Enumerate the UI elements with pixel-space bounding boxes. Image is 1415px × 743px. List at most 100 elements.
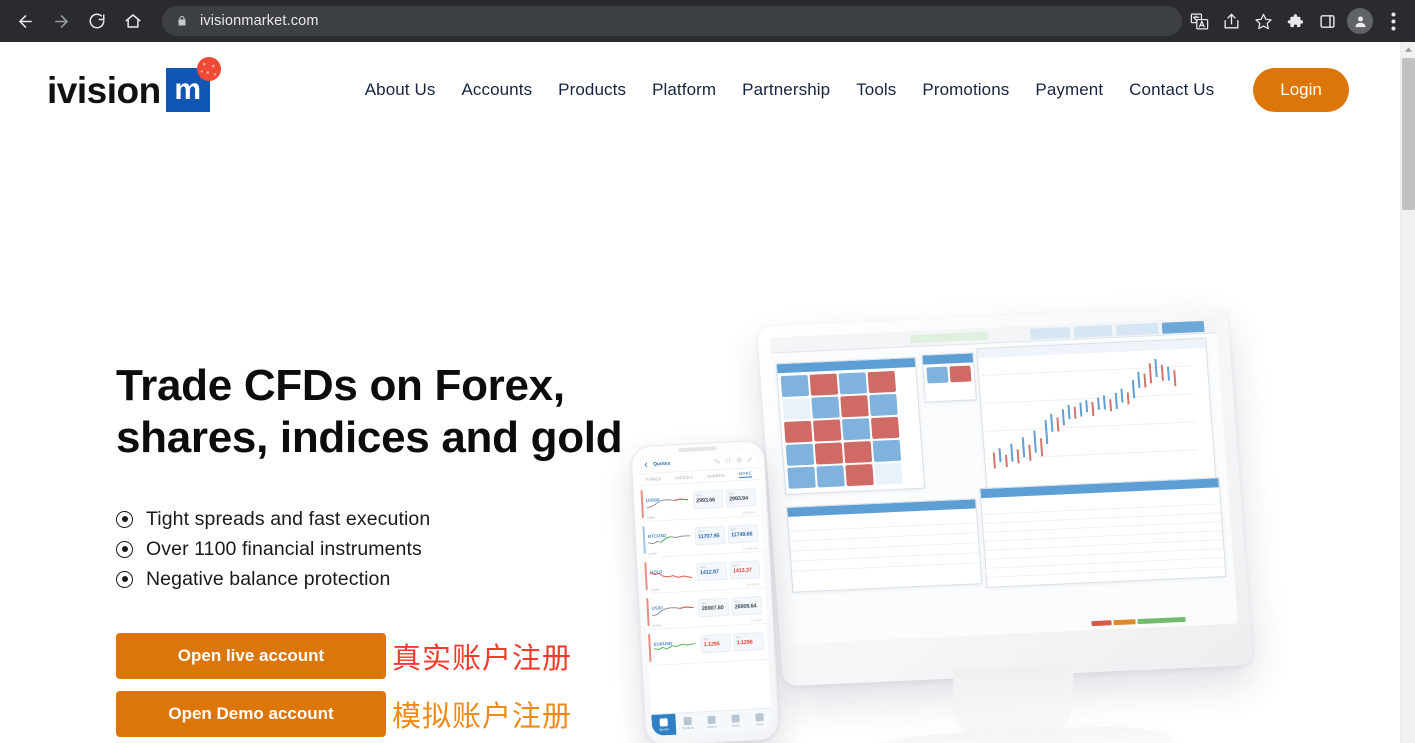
- sell-price-box[interactable]: SELL 2993.66: [692, 489, 724, 510]
- buy-price: 26909.64: [734, 603, 757, 611]
- phone-tab-forex[interactable]: FOREX: [646, 476, 661, 482]
- open-live-account-button[interactable]: Open live account: [116, 632, 386, 679]
- buy-price-box[interactable]: BUY 26909.64: [731, 596, 763, 616]
- phone-tab-shares[interactable]: SHARES: [707, 473, 725, 479]
- phone-nav-orders[interactable]: Orders: [699, 711, 724, 733]
- buy-price: 1413.37: [732, 567, 752, 575]
- open-demo-account-button[interactable]: Open Demo account: [116, 690, 386, 737]
- share-icon[interactable]: [1215, 5, 1247, 37]
- buy-price-box[interactable]: BUY 2993.94: [725, 488, 757, 508]
- price-tile: [867, 370, 897, 394]
- sell-price-box[interactable]: SELL 1412.97: [696, 561, 728, 582]
- status-indicator: [1113, 619, 1136, 626]
- reload-icon[interactable]: [80, 4, 114, 38]
- sparkline: [648, 535, 691, 545]
- sell-price-box[interactable]: SELL 11707.95: [694, 525, 726, 546]
- platform-tab: [1073, 325, 1113, 338]
- phone-nav-more[interactable]: More: [747, 709, 772, 731]
- open-demo-account-note: 模拟账户注册: [392, 700, 573, 733]
- logo-mark: m: [165, 57, 221, 112]
- nav-item-payment[interactable]: Payment: [1022, 72, 1116, 108]
- phone-tab-more[interactable]: MORE: [738, 470, 752, 479]
- login-button[interactable]: Login: [1253, 68, 1349, 112]
- grid-icon[interactable]: [714, 458, 720, 464]
- browser-toolbar: ivisionmarket.com: [0, 0, 1415, 42]
- nav-item-about-us[interactable]: About Us: [352, 72, 449, 108]
- phone-tab-indices[interactable]: INDICES: [675, 474, 693, 480]
- home-icon[interactable]: [116, 4, 150, 38]
- nav-item-platform[interactable]: Platform: [639, 72, 729, 108]
- logo-dot-icon: [196, 57, 221, 81]
- nav-item-contact-us[interactable]: Contact Us: [1116, 72, 1227, 108]
- hero-title-line-1: Trade CFDs on Forex,: [116, 361, 565, 410]
- back-arrow-icon[interactable]: [643, 462, 649, 468]
- site-logo[interactable]: ivision m: [47, 57, 221, 112]
- status-indicator: [1091, 620, 1112, 627]
- forward-arrow-icon[interactable]: [44, 4, 78, 38]
- sell-price-box[interactable]: SELL 26907.80: [698, 597, 730, 618]
- price-tile: [869, 393, 898, 417]
- price-tile: [812, 419, 842, 442]
- quotes-icon: [659, 718, 668, 727]
- page-scrollbar[interactable]: [1400, 42, 1415, 743]
- bookmark-star-icon[interactable]: [1247, 5, 1279, 37]
- nav-item-accounts[interactable]: Accounts: [448, 72, 545, 108]
- nav-item-tools[interactable]: Tools: [843, 72, 909, 108]
- phone-nav-news[interactable]: News: [723, 710, 748, 732]
- nav-item-products[interactable]: Products: [545, 72, 639, 108]
- radio-dot-icon: [116, 510, 133, 528]
- platform-tab: [1115, 322, 1159, 336]
- platform-tab: [1029, 326, 1071, 340]
- side-panel-icon[interactable]: [1311, 5, 1343, 37]
- address-bar-url: ivisionmarket.com: [200, 13, 319, 29]
- price-tile: [840, 395, 869, 418]
- lock-icon: [176, 14, 188, 28]
- list-item[interactable]: EURUSD SELL 1.1295 BUY 1.1296: [646, 623, 769, 667]
- nav-item-partnership[interactable]: Partnership: [729, 72, 843, 108]
- three-dot-menu-icon[interactable]: [1377, 5, 1409, 37]
- sell-price: 2993.66: [696, 497, 716, 505]
- platform-order-ticket: [921, 352, 977, 403]
- sparkline: [653, 643, 696, 651]
- sort-icon[interactable]: [725, 457, 731, 463]
- hero-section: Trade CFDs on Forex, shares, indices and…: [0, 138, 1400, 743]
- quote-high-low: H 27061: [750, 618, 762, 623]
- price-tile: [814, 442, 844, 465]
- phone-nav-positions[interactable]: Positions: [675, 712, 700, 734]
- status-indicator: [1137, 616, 1186, 625]
- scroll-up-arrow-icon[interactable]: [1401, 42, 1415, 57]
- hero-bullet-label: Over 1100 financial instruments: [146, 537, 422, 560]
- price-tile: [785, 443, 815, 466]
- translate-icon[interactable]: [1183, 5, 1215, 37]
- edit-pencil-icon[interactable]: [747, 456, 753, 462]
- price-tile: [787, 466, 816, 489]
- hero-artwork: Quotes FOREX INDICES SHARES MORE US500 S…: [600, 138, 1400, 743]
- quote-change: -0.18%: [650, 587, 660, 592]
- scrollbar-thumb[interactable]: [1402, 58, 1415, 210]
- buy-price-box[interactable]: BUY 11749.66: [727, 524, 759, 544]
- hero-bullet-label: Negative balance protection: [146, 567, 391, 590]
- phone-nav-label: Positions: [681, 725, 695, 731]
- sell-price: 1.1295: [703, 641, 720, 649]
- nav-item-promotions[interactable]: Promotions: [909, 72, 1022, 108]
- quote-high-low: H 2998.44: [742, 510, 756, 515]
- price-tile: [780, 374, 810, 398]
- extensions-puzzle-icon[interactable]: [1279, 5, 1311, 37]
- sell-price-box[interactable]: SELL 1.1295: [700, 633, 732, 654]
- sparkline: [651, 606, 694, 617]
- phone-nav-quotes[interactable]: Quotes: [651, 713, 677, 736]
- back-arrow-icon[interactable]: [8, 4, 42, 38]
- buy-price-box[interactable]: BUY 1.1296: [733, 632, 765, 652]
- quote-high-low: H 12694.28: [743, 546, 758, 551]
- page-viewport: ivision m About Us Accounts Products Pla…: [0, 42, 1415, 743]
- news-icon: [731, 714, 740, 723]
- candlestick-chart: [980, 352, 1199, 479]
- buy-price-box[interactable]: BUY 1413.37: [729, 560, 761, 580]
- hero-title-line-2: shares, indices and gold: [116, 412, 623, 462]
- open-live-account-note: 真实账户注册: [392, 642, 573, 675]
- profile-avatar-icon[interactable]: [1347, 8, 1373, 34]
- address-bar[interactable]: ivisionmarket.com: [162, 6, 1182, 36]
- desktop-platform-mockup: [756, 305, 1254, 743]
- gear-icon[interactable]: [736, 457, 742, 463]
- price-tile: [874, 462, 903, 485]
